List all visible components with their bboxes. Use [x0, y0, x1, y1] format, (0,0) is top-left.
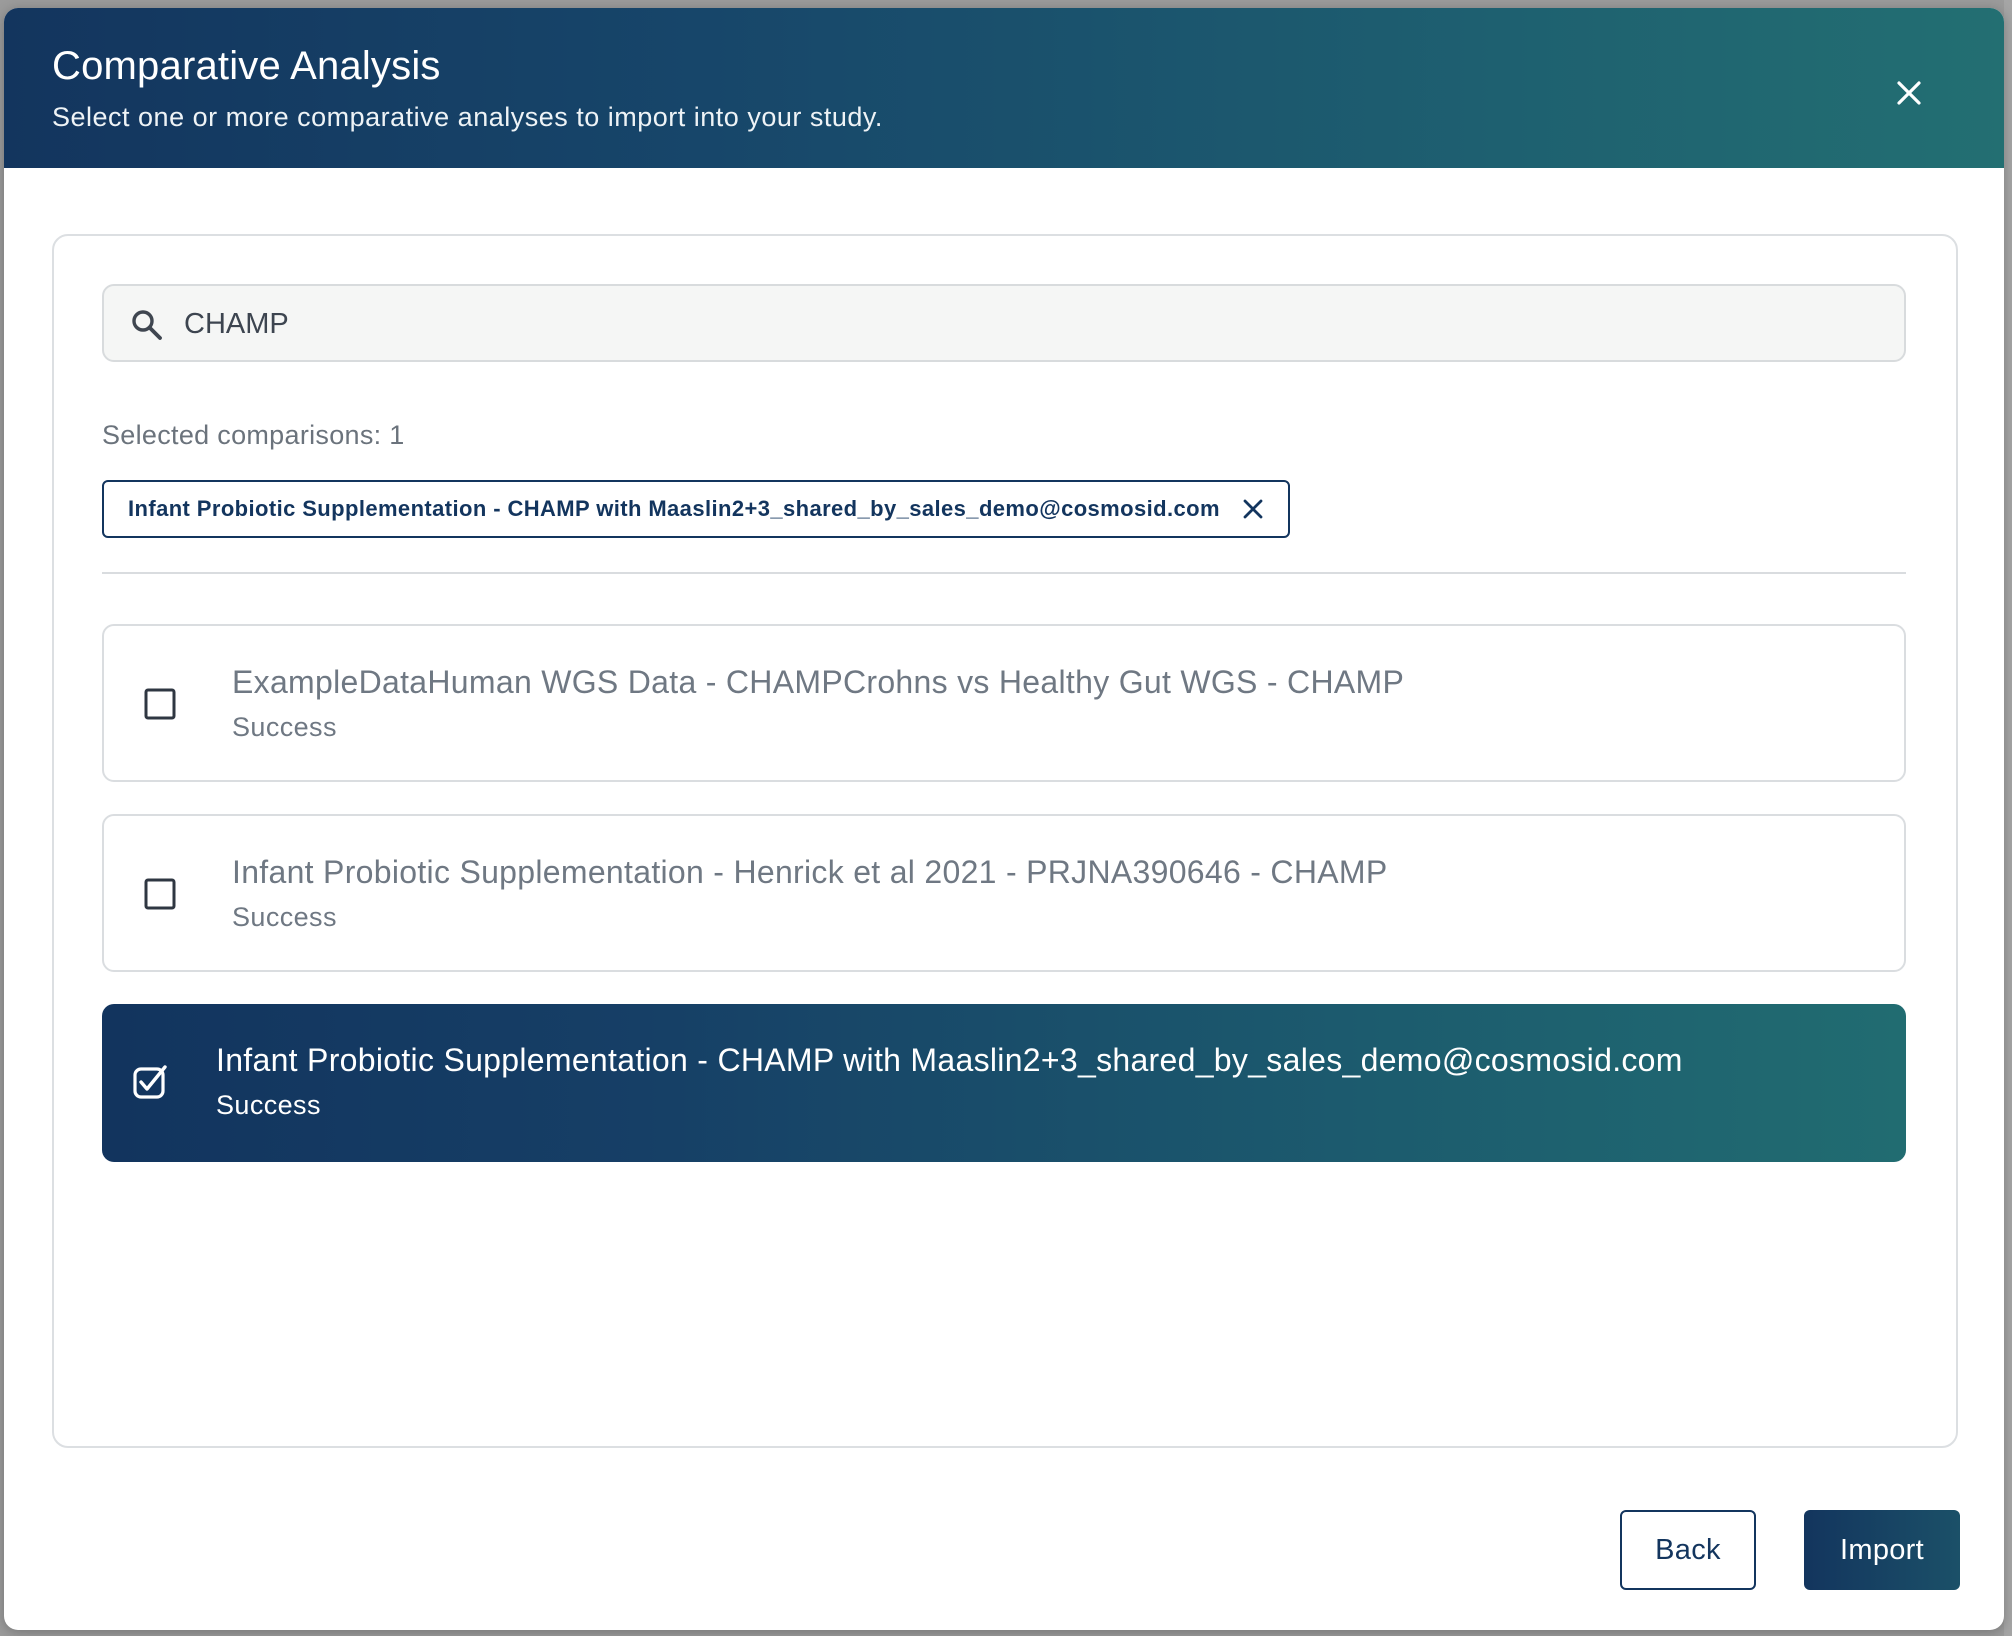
analysis-option-status: Success: [216, 1090, 321, 1120]
import-button[interactable]: Import: [1804, 1510, 1960, 1590]
analysis-option[interactable]: Infant Probiotic Supplementation - Henri…: [102, 814, 1906, 972]
analysis-option-status: Success: [232, 712, 337, 742]
analysis-option-title: Infant Probiotic Supplementation - Henri…: [232, 854, 1388, 890]
checkbox-checked-icon[interactable]: [132, 1064, 168, 1100]
page-edge: [2004, 0, 2012, 1636]
dialog-title: Comparative Analysis: [52, 44, 441, 88]
search-box[interactable]: [102, 284, 1906, 362]
selected-chip: Infant Probiotic Supplementation - CHAMP…: [102, 480, 1290, 538]
back-button[interactable]: Back: [1620, 1510, 1756, 1590]
chip-remove-button[interactable]: [1240, 496, 1266, 522]
analysis-option[interactable]: ExampleDataHuman WGS Data - CHAMPCrohns …: [102, 624, 1906, 782]
dialog-subtitle: Select one or more comparative analyses …: [52, 102, 883, 132]
selected-chip-label: Infant Probiotic Supplementation - CHAMP…: [128, 496, 1220, 521]
close-button[interactable]: [1884, 68, 1934, 118]
divider: [102, 572, 1906, 574]
analysis-option-status: Success: [232, 902, 337, 932]
checkbox-unchecked-icon[interactable]: [144, 878, 176, 910]
analysis-option-selected[interactable]: Infant Probiotic Supplementation - CHAMP…: [102, 1004, 1906, 1162]
close-icon: [1243, 499, 1263, 519]
analysis-selection-panel: Selected comparisons: 1 Infant Probiotic…: [52, 234, 1958, 1448]
search-icon: [132, 310, 162, 340]
analysis-option-title: Infant Probiotic Supplementation - CHAMP…: [216, 1042, 1683, 1078]
comparative-analysis-dialog: Comparative Analysis Select one or more …: [4, 8, 2004, 1630]
search-input[interactable]: [182, 296, 1876, 352]
analysis-option-title: ExampleDataHuman WGS Data - CHAMPCrohns …: [232, 664, 1405, 700]
close-icon: [1897, 81, 1921, 105]
checkbox-unchecked-icon[interactable]: [144, 688, 176, 720]
dialog-header: Comparative Analysis Select one or more …: [4, 8, 2004, 168]
selected-count-label: Selected comparisons: 1: [102, 420, 405, 450]
